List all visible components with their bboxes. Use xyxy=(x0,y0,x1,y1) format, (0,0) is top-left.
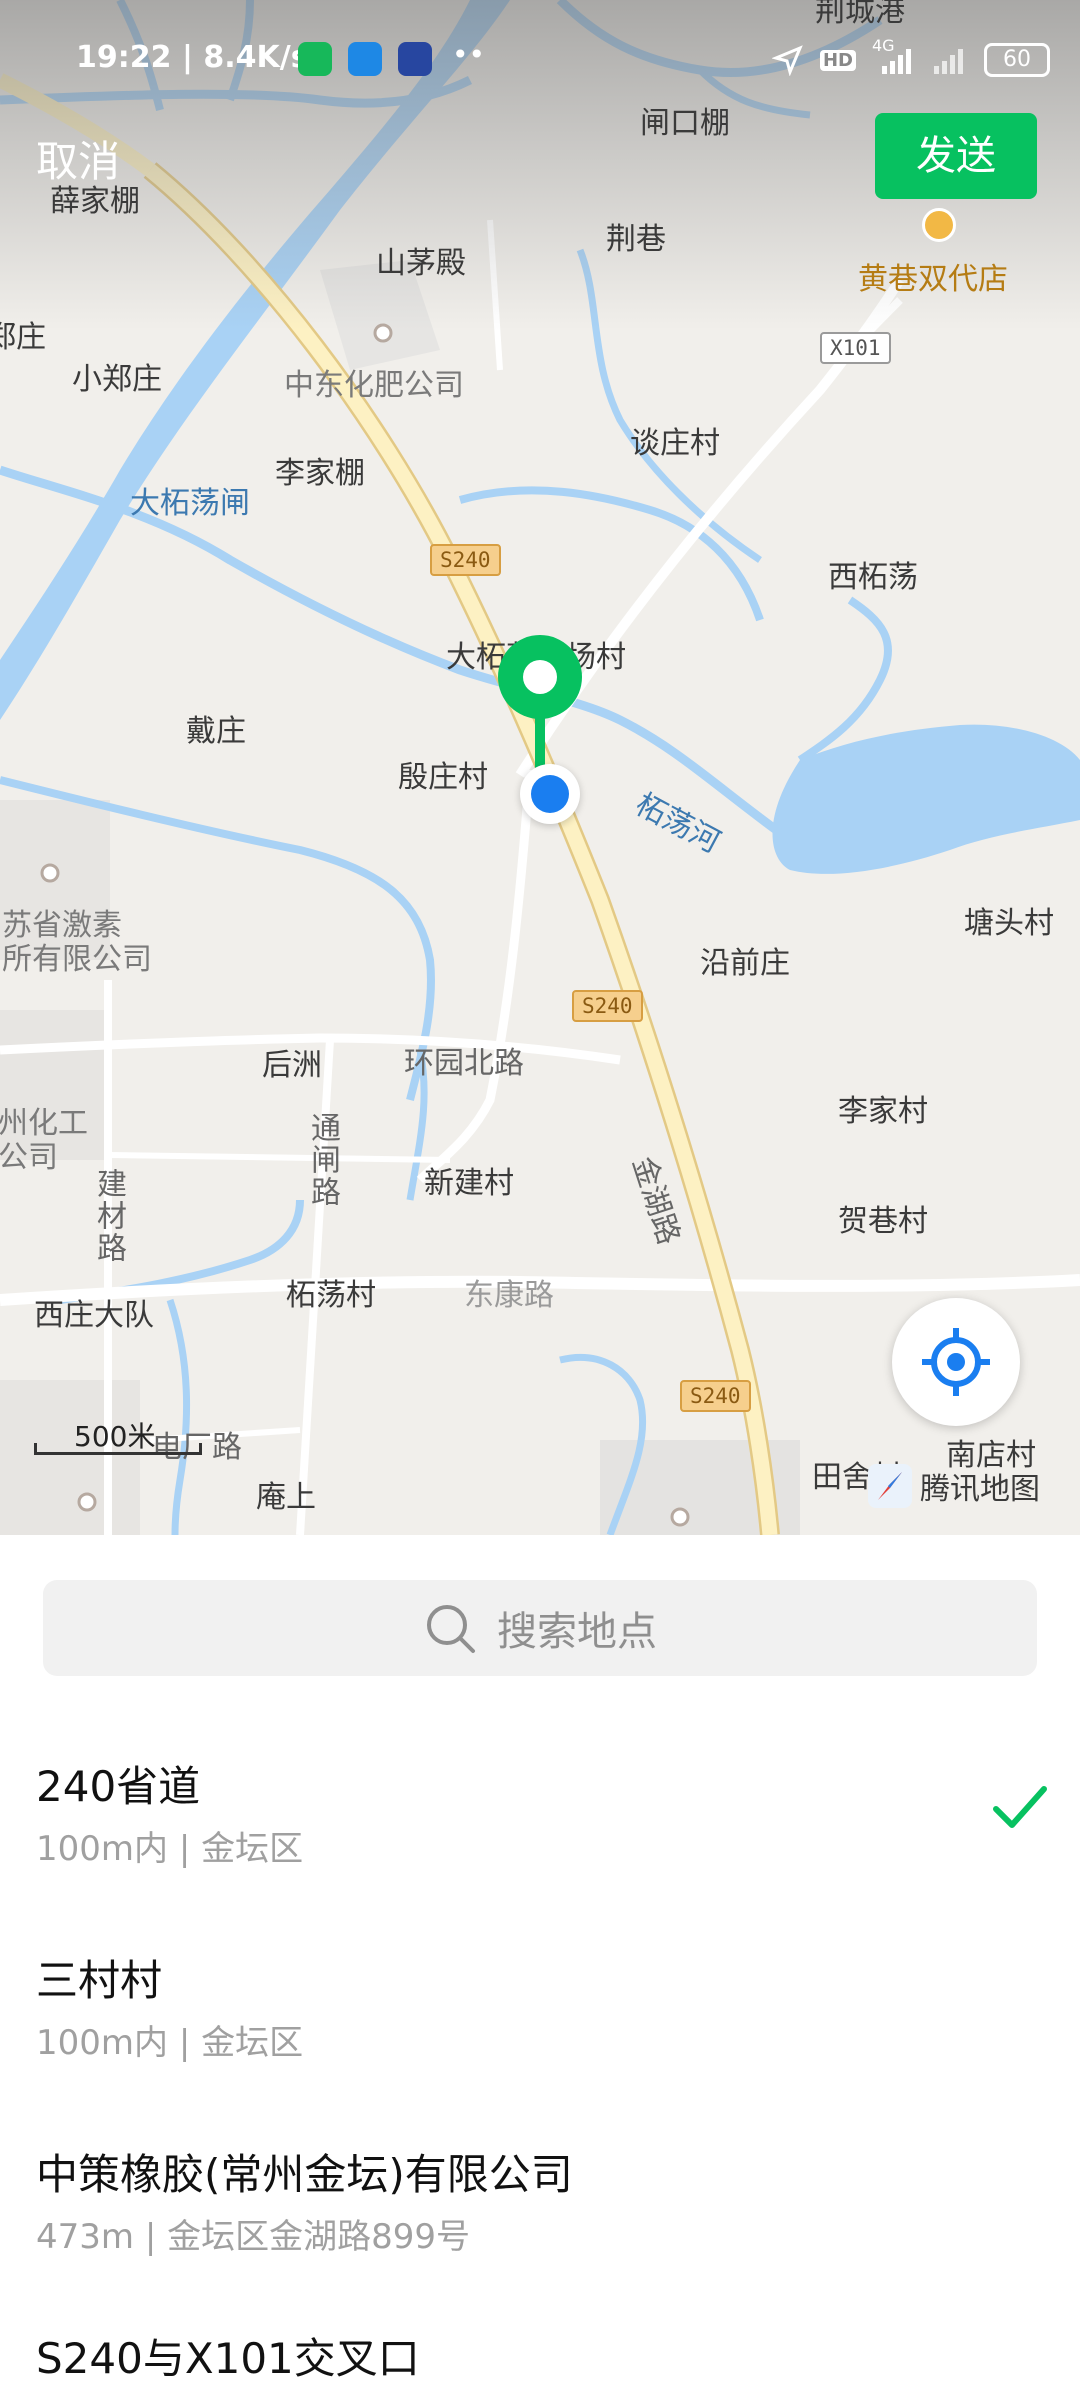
map-label: 公司 xyxy=(0,1140,58,1175)
battery-icon: 60 xyxy=(984,43,1050,77)
current-location-dot xyxy=(520,764,580,824)
send-button[interactable]: 发送 xyxy=(875,113,1037,199)
map-label: 沿前庄 xyxy=(700,946,790,981)
more-notifications: •• xyxy=(452,38,486,71)
map-label: 殷庄村 xyxy=(398,760,488,795)
crosshair-icon xyxy=(922,1328,990,1396)
map-label: 大柘荡闸 xyxy=(130,486,250,521)
map-label: 后洲 xyxy=(262,1048,322,1083)
place-detail: 100m内 | 金坛区 xyxy=(36,2023,304,2063)
cancel-button[interactable]: 取消 xyxy=(36,128,120,189)
map-label: 谈庄村 xyxy=(630,426,720,461)
map-label: 李家棚 xyxy=(275,456,365,491)
checkmark-icon xyxy=(993,1786,1047,1828)
list-item[interactable]: S240与X101交叉口 xyxy=(0,2305,1080,2400)
scale-bar xyxy=(34,1443,202,1455)
search-placeholder: 搜索地点 xyxy=(497,1609,657,1655)
hd-icon: HD xyxy=(819,49,856,71)
map-label: 郑庄 xyxy=(0,320,46,355)
map-label: 小郑庄 xyxy=(72,362,162,397)
map-view[interactable]: 荆城港 闸口棚 薛家棚 荆巷 山茅殿 黄巷双代店 郑庄 小郑庄 中东化肥公司 谈… xyxy=(0,0,1080,1535)
status-bar: 19:22 | 8.4K/s •• HD 4G 60 xyxy=(0,0,1080,120)
phone-icon xyxy=(298,42,332,76)
place-name: S240与X101交叉口 xyxy=(36,2334,420,2383)
map-label: 环园北路 xyxy=(404,1046,524,1081)
search-icon xyxy=(427,1605,475,1653)
map-label: 黄巷双代店 xyxy=(858,262,1008,297)
place-name: 中策橡胶(常州金坛)有限公司 xyxy=(36,2150,573,2199)
relocate-button[interactable] xyxy=(892,1298,1020,1426)
place-detail: 473m | 金坛区金湖路899号 xyxy=(36,2217,470,2257)
map-label: 庵上 xyxy=(256,1480,316,1515)
list-item[interactable]: 三村村 100m内 | 金坛区 xyxy=(0,1919,1080,2113)
map-label: 西庄大队 xyxy=(34,1298,154,1333)
place-name: 240省道 xyxy=(36,1762,201,1811)
brand-label: 腾讯地图 xyxy=(920,1472,1040,1507)
signal-4g-icon: 4G xyxy=(872,36,916,76)
app-icon xyxy=(398,42,432,76)
road-shield: S240 xyxy=(572,990,643,1022)
place-name: 三村村 xyxy=(36,1956,163,2005)
map-label: 新建村 xyxy=(424,1166,514,1201)
map-label: 山茅殿 xyxy=(376,246,466,281)
map-label: 通闸路 xyxy=(305,1112,340,1208)
map-label: 荆巷 xyxy=(606,222,666,257)
map-label: 李家村 xyxy=(838,1094,928,1129)
status-time: 19:22 | 8.4K/s xyxy=(76,40,309,75)
map-label: 建材路 xyxy=(91,1168,126,1264)
map-brand: 腾讯地图 xyxy=(868,1464,1040,1508)
status-icons: HD 4G 60 xyxy=(771,36,1050,80)
map-label: 东康路 xyxy=(464,1278,554,1313)
map-label: 贺巷村 xyxy=(838,1204,928,1239)
road-shield: S240 xyxy=(430,544,501,576)
map-label: 所有限公司 xyxy=(2,942,152,977)
navigation-icon xyxy=(771,45,803,76)
signal-icon xyxy=(934,49,963,74)
road-shield: X101 xyxy=(820,332,891,364)
compass-logo-icon xyxy=(868,1464,912,1508)
map-scale: 500米 xyxy=(34,1415,202,1455)
list-item[interactable]: 240省道 100m内 | 金坛区 xyxy=(0,1725,1080,1919)
shop-icon xyxy=(922,208,956,242)
upload-icon xyxy=(348,42,382,76)
map-label: 西柘荡 xyxy=(828,560,918,595)
map-label: 塘头村 xyxy=(964,906,1054,941)
map-label: 中东化肥公司 xyxy=(284,368,464,403)
place-detail: 100m内 | 金坛区 xyxy=(36,1829,304,1869)
map-label: 柘荡村 xyxy=(286,1278,376,1313)
map-label: 戴庄 xyxy=(186,714,246,749)
road-shield: S240 xyxy=(680,1380,751,1412)
list-item[interactable]: 中策橡胶(常州金坛)有限公司 473m | 金坛区金湖路899号 xyxy=(0,2113,1080,2307)
search-input[interactable]: 搜索地点 xyxy=(43,1580,1037,1676)
location-panel: 搜索地点 240省道 100m内 | 金坛区 三村村 100m内 | 金坛区 中… xyxy=(0,1535,1080,2400)
